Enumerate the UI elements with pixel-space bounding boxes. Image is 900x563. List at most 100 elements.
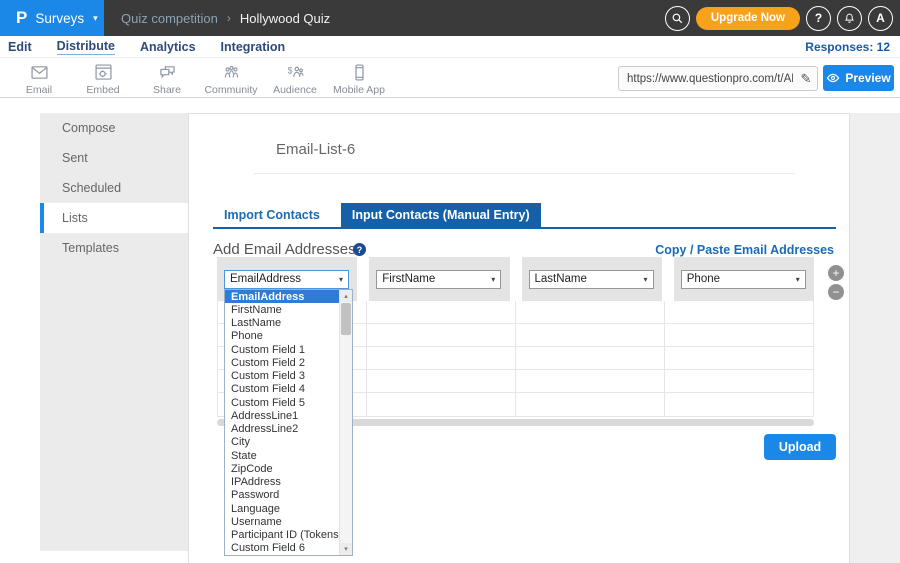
help-circle-icon[interactable]: ? (353, 243, 366, 256)
sidebar-item-sent[interactable]: Sent (40, 143, 188, 173)
table-cell[interactable] (515, 347, 664, 369)
dropdown-option[interactable]: Username (225, 515, 339, 528)
add-row-button[interactable]: + (828, 265, 844, 281)
notifications-button[interactable] (837, 6, 862, 31)
dropdown-option[interactable]: State (225, 449, 339, 462)
dropdown-option[interactable]: Custom Field 3 (225, 370, 339, 383)
column-select-emailaddress[interactable]: EmailAddress ▾ (224, 270, 349, 289)
table-cell[interactable] (664, 301, 813, 323)
table-cell[interactable] (664, 324, 813, 346)
account-button[interactable]: A (868, 6, 893, 31)
nav-item-edit[interactable]: Edit (8, 40, 32, 54)
dropdown-option[interactable]: IPAddress (225, 476, 339, 489)
tab-import-contacts[interactable]: Import Contacts (213, 203, 331, 227)
toolbar-item-label: Mobile App (326, 84, 392, 96)
select-arrow-icon: ▾ (796, 275, 800, 284)
tabs-underline (213, 227, 836, 229)
toolbar-item-label: Share (134, 84, 200, 96)
mobile-app-icon (349, 62, 370, 83)
table-cell[interactable] (515, 324, 664, 346)
dropdown-option-selected[interactable]: EmailAddress (225, 290, 339, 303)
column-header: Phone ▾ (662, 257, 814, 301)
table-cell[interactable] (366, 347, 515, 369)
dropdown-option[interactable]: LastName (225, 317, 339, 330)
toolbar-item-audience[interactable]: $ Audience (262, 62, 328, 96)
sidebar-item-lists[interactable]: Lists (40, 203, 188, 233)
column-select-lastname[interactable]: LastName ▾ (529, 270, 654, 289)
bell-icon (843, 12, 856, 25)
dropdown-option[interactable]: Password (225, 489, 339, 502)
svg-text:$: $ (287, 65, 292, 75)
section-title: Add Email Addresses (213, 241, 356, 258)
email-icon (29, 62, 50, 83)
dropdown-option[interactable]: AddressLine2 (225, 423, 339, 436)
select-value: Phone (687, 273, 720, 285)
select-arrow-icon: ▾ (643, 275, 647, 284)
breadcrumb-parent[interactable]: Quiz competition (121, 11, 218, 26)
avatar: A (876, 11, 885, 25)
table-cell[interactable] (664, 347, 813, 369)
preview-label: Preview (845, 71, 890, 85)
dropdown-option[interactable]: FirstName (225, 303, 339, 316)
contacts-tabs: Import Contacts Input Contacts (Manual E… (213, 203, 541, 227)
table-cell[interactable] (664, 393, 813, 416)
sidebar-item-templates[interactable]: Templates (40, 233, 188, 263)
field-dropdown-popup: EmailAddress FirstName LastName Phone Cu… (224, 289, 353, 556)
dropdown-option[interactable]: Language (225, 502, 339, 515)
table-cell[interactable] (366, 324, 515, 346)
dropdown-option[interactable]: Custom Field 4 (225, 383, 339, 396)
table-cell[interactable] (366, 393, 515, 416)
questionpro-logo: P (16, 8, 27, 28)
scroll-up-icon[interactable]: ▴ (340, 290, 352, 302)
toolbar-item-share[interactable]: Share (134, 62, 200, 96)
survey-url-input[interactable] (619, 73, 795, 85)
nav-item-distribute[interactable]: Distribute (57, 39, 115, 55)
table-cell[interactable] (366, 301, 515, 323)
nav-item-analytics[interactable]: Analytics (140, 40, 196, 54)
table-cell[interactable] (664, 370, 813, 392)
column-header: FirstName ▾ (357, 257, 509, 301)
responses-count[interactable]: Responses: 12 (805, 40, 890, 54)
survey-url-box: ✎ (618, 66, 818, 91)
dropdown-option[interactable]: Custom Field 2 (225, 356, 339, 369)
dropdown-option[interactable]: Phone (225, 330, 339, 343)
edit-pencil-icon[interactable]: ✎ (795, 71, 817, 87)
tab-input-contacts-manual-entry[interactable]: Input Contacts (Manual Entry) (341, 203, 541, 227)
toolbar-item-email[interactable]: Email (6, 62, 72, 96)
dropdown-option[interactable]: Custom Field 6 (225, 542, 339, 555)
dropdown-option[interactable]: Participant ID (Tokens) (225, 529, 339, 542)
help-button[interactable]: ? (806, 6, 831, 31)
remove-row-button[interactable]: − (828, 284, 844, 300)
dropdown-option[interactable]: City (225, 436, 339, 449)
column-select-phone[interactable]: Phone ▾ (681, 270, 806, 289)
toolbar-item-community[interactable]: Community (198, 62, 264, 96)
table-cell[interactable] (515, 370, 664, 392)
product-label: Surveys (35, 11, 84, 26)
column-select-firstname[interactable]: FirstName ▾ (376, 270, 501, 289)
sidebar-item-scheduled[interactable]: Scheduled (40, 173, 188, 203)
table-cell[interactable] (366, 370, 515, 392)
upgrade-button[interactable]: Upgrade Now (696, 7, 800, 30)
table-cell[interactable] (515, 301, 664, 323)
dropdown-option[interactable]: Custom Field 1 (225, 343, 339, 356)
survey-navbar: Edit Distribute Analytics Integration Re… (0, 36, 900, 58)
topbar-actions: Upgrade Now ? A (665, 0, 893, 36)
distribute-toolbar: Email Embed Share Community $ Audience M… (0, 58, 900, 98)
surveys-menu[interactable]: P Surveys ▾ (0, 0, 104, 36)
dropdown-option[interactable]: Custom Field 5 (225, 396, 339, 409)
toolbar-item-mobile-app[interactable]: Mobile App (326, 62, 392, 96)
upload-button[interactable]: Upload (764, 434, 836, 460)
preview-button[interactable]: Preview (823, 65, 894, 91)
scroll-down-icon[interactable]: ▾ (340, 543, 352, 555)
dropdown-scrollbar[interactable]: ▴ ▾ (339, 290, 352, 555)
dropdown-option[interactable]: ZipCode (225, 462, 339, 475)
copy-paste-link[interactable]: Copy / Paste Email Addresses (655, 243, 834, 257)
toolbar-item-embed[interactable]: Embed (70, 62, 136, 96)
scrollbar-thumb[interactable] (341, 303, 351, 335)
table-cell[interactable] (515, 393, 664, 416)
dropdown-option[interactable]: AddressLine1 (225, 409, 339, 422)
nav-item-integration[interactable]: Integration (221, 40, 286, 54)
sidebar-item-compose[interactable]: Compose (40, 113, 188, 143)
search-button[interactable] (665, 6, 690, 31)
embed-icon (93, 62, 114, 83)
